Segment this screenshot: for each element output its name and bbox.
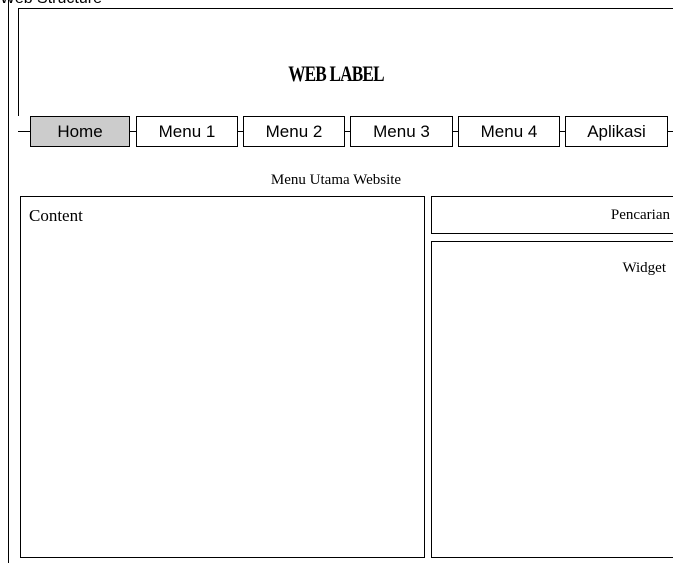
widget-panel: Widget [431,241,673,558]
content-label: Content [29,206,83,225]
content-panel: Content [20,196,425,558]
menu-tab-menu-3[interactable]: Menu 3 [350,116,453,147]
menu-tab-menu-2[interactable]: Menu 2 [243,116,345,147]
widget-label: Widget [622,260,666,276]
site-title: WEB LABEL [288,61,384,86]
page-left-border [8,0,9,563]
menu-tab-home[interactable]: Home [30,116,130,147]
search-label: Pencarian [610,207,670,223]
menu-tab-aplikasi[interactable]: Aplikasi [565,116,668,147]
menu-tab-menu-4[interactable]: Menu 4 [458,116,560,147]
main-menu-caption: Menu Utama Website [270,172,402,188]
search-panel[interactable]: Pencarian [431,196,673,234]
menu-tab-menu-1[interactable]: Menu 1 [136,116,238,147]
